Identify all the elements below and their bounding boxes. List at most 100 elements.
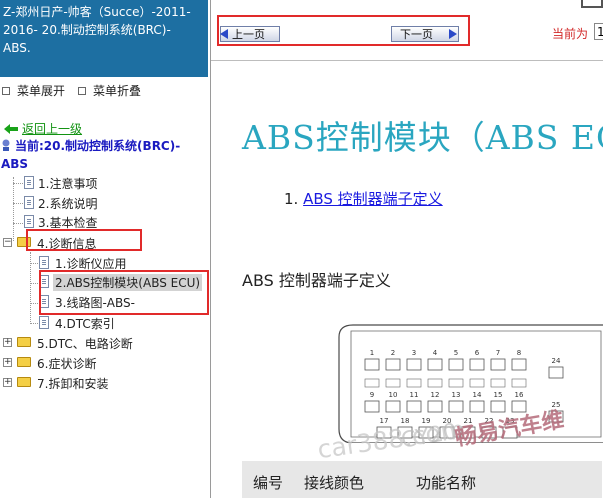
location-icon xyxy=(2,139,10,151)
document-title: ABS控制模块（ABS EC xyxy=(242,118,603,157)
connector-pin xyxy=(406,358,422,371)
table-header-wire-color: 接线颜色 xyxy=(304,474,365,492)
sidebar-header: Z-郑州日产-帅客（Succe）-2011- 2016- 20.制动控制系统(B… xyxy=(0,0,208,77)
connector-pin xyxy=(469,400,485,413)
tree-item-label: 5.DTC、电路诊断 xyxy=(37,337,133,351)
header-line-3: ABS. xyxy=(3,41,31,55)
connector-slot xyxy=(406,378,422,388)
header-line-1: Z-郑州日产-帅客（Succe）-2011- xyxy=(3,5,191,19)
tree-item-1[interactable]: 1.注意事项 xyxy=(0,175,200,191)
tree-folder-5[interactable]: + 5.DTC、电路诊断 xyxy=(0,335,200,351)
connector-slot xyxy=(448,378,464,388)
tree-item-label: 2.系统说明 xyxy=(38,197,98,211)
document-content: ABS控制模块（ABS EC 1. ABS 控制器端子定义 ABS 控制器端子定… xyxy=(211,61,603,498)
tree-item-label: 3.线路图-ABS- xyxy=(55,296,135,310)
connector-pin xyxy=(364,358,380,371)
connector-pin-label: 17 xyxy=(380,417,389,425)
tree-folder-6[interactable]: + 6.症状诊断 xyxy=(0,355,200,371)
document-icon xyxy=(39,316,49,329)
toc-item: 1. ABS 控制器端子定义 xyxy=(284,188,443,209)
connector-pin xyxy=(469,358,485,371)
connector-pin xyxy=(406,400,422,413)
toolbar: 上一页 下一页 当前为 1 xyxy=(211,0,603,61)
connector-pin-label: 10 xyxy=(389,391,398,399)
connector-slot xyxy=(385,378,401,388)
tree-item-label: 6.症状诊断 xyxy=(37,357,97,371)
tree-item-label-selected: 2.ABS控制模块(ABS ECU) xyxy=(53,274,203,291)
connector-pin-label: 7 xyxy=(496,349,500,357)
connector-pin xyxy=(364,400,380,413)
connector-pin-label: 24 xyxy=(552,357,561,365)
page-label: 当前为 xyxy=(552,27,589,41)
back-arrow-icon xyxy=(4,123,18,134)
expand-node-icon[interactable]: + xyxy=(3,358,12,367)
next-page-label: 下一页 xyxy=(400,28,433,41)
window-icon[interactable] xyxy=(581,0,603,8)
connector-pin xyxy=(548,366,564,379)
connector-slot xyxy=(364,378,380,388)
connector-slot xyxy=(511,378,527,388)
connector-pin-label: 8 xyxy=(517,349,521,357)
current-location-line-2: ABS xyxy=(1,157,29,171)
document-icon xyxy=(24,196,34,209)
connector-pin-label: 14 xyxy=(473,391,482,399)
expand-icon xyxy=(2,86,10,95)
connector-pin-label: 11 xyxy=(410,391,419,399)
page-number-input[interactable]: 1 xyxy=(594,23,603,40)
tree-folder-4[interactable]: − 4.诊断信息 xyxy=(0,235,200,251)
prev-page-label: 上一页 xyxy=(232,28,265,41)
document-icon xyxy=(39,275,49,288)
connector-pin xyxy=(385,358,401,371)
connector-pin-label: 3 xyxy=(412,349,416,357)
table-header-number: 编号 xyxy=(253,474,284,492)
collapse-node-icon[interactable]: − xyxy=(3,238,12,247)
connector-pin-label: 5 xyxy=(454,349,458,357)
tree-item-2[interactable]: 2.系统说明 xyxy=(0,195,200,211)
document-icon xyxy=(39,295,49,308)
collapse-menu-button[interactable]: 菜单折叠 xyxy=(78,82,141,99)
tree-item-label: 3.基本检查 xyxy=(38,216,98,230)
tree-item-4-4[interactable]: 4.DTC索引 xyxy=(0,315,200,331)
connector-pin-label: 13 xyxy=(452,391,461,399)
next-page-button[interactable]: 下一页 xyxy=(391,26,459,42)
tree-item-3[interactable]: 3.基本检查 xyxy=(0,214,200,230)
connector-pin xyxy=(427,358,443,371)
collapse-icon xyxy=(78,86,86,95)
sidebar: Z-郑州日产-帅客（Succe）-2011- 2016- 20.制动控制系统(B… xyxy=(0,0,211,498)
connector-slot xyxy=(427,378,443,388)
tree-item-4-3[interactable]: 3.线路图-ABS- xyxy=(0,294,200,310)
expand-node-icon[interactable]: + xyxy=(3,338,12,347)
connector-slot xyxy=(469,378,485,388)
connector-pin-label: 16 xyxy=(515,391,524,399)
tree-item-label: 1.注意事项 xyxy=(38,177,98,191)
tree-folder-7[interactable]: + 7.拆卸和安装 xyxy=(0,375,200,391)
connector-pin xyxy=(511,358,527,371)
current-location: 当前:20.制动控制系统(BRC)- ABS xyxy=(1,137,206,173)
folder-icon xyxy=(17,337,31,347)
tree-item-4-2[interactable]: 2.ABS控制模块(ABS ECU) xyxy=(0,274,208,291)
tree-item-label: 4.诊断信息 xyxy=(37,237,97,251)
toc-link[interactable]: ABS 控制器端子定义 xyxy=(303,190,443,208)
connector-slot xyxy=(490,378,506,388)
prev-page-button[interactable]: 上一页 xyxy=(220,26,280,42)
tree-item-4-1[interactable]: 1.诊断仪应用 xyxy=(0,255,200,271)
menu-toggle-row: 菜单展开 菜单折叠 xyxy=(0,82,210,98)
current-location-line-1: 当前:20.制动控制系统(BRC)- xyxy=(15,139,181,153)
folder-open-icon xyxy=(17,237,31,247)
document-icon xyxy=(39,256,49,269)
connector-pin-label: 2 xyxy=(391,349,395,357)
connector-pin xyxy=(448,358,464,371)
toc-number: 1. xyxy=(284,190,299,208)
document-icon xyxy=(24,215,34,228)
collapse-menu-label: 菜单折叠 xyxy=(93,84,142,98)
expand-menu-button[interactable]: 菜单展开 xyxy=(2,82,65,99)
connector-pin-label: 4 xyxy=(433,349,438,357)
expand-node-icon[interactable]: + xyxy=(3,378,12,387)
expand-menu-label: 菜单展开 xyxy=(17,84,66,98)
connector-pin-label: 6 xyxy=(475,349,480,357)
back-link-label: 返回上一级 xyxy=(22,122,83,136)
connector-pin-label: 15 xyxy=(494,391,503,399)
arrow-left-icon xyxy=(220,29,228,39)
back-link[interactable]: 返回上一级 xyxy=(4,120,82,137)
header-line-2: 2016- 20.制动控制系统(BRC)- xyxy=(3,23,171,37)
